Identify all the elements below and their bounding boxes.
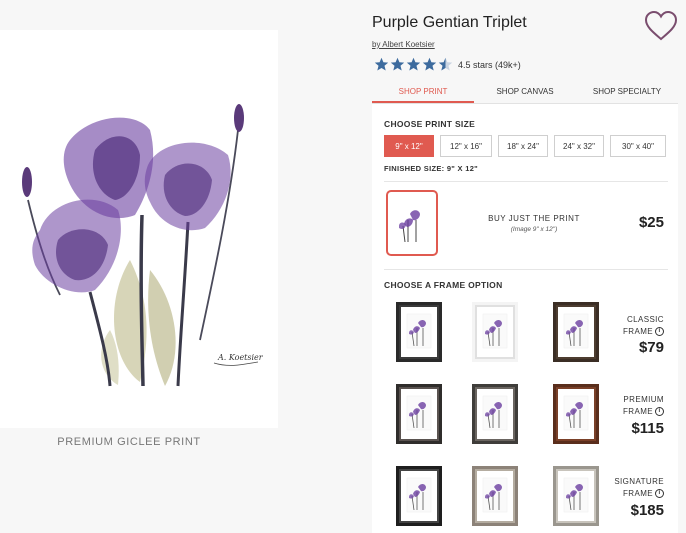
frame-option[interactable] bbox=[396, 302, 442, 362]
premium-frame-label-line2: FRAME bbox=[623, 407, 653, 416]
framed-print-thumbnail bbox=[472, 466, 518, 526]
artist-signature: A. Koetsier bbox=[217, 353, 264, 362]
buy-print-size-note: (Image 9" x 12") bbox=[510, 226, 558, 233]
tab-shop-print[interactable]: SHOP PRINT bbox=[372, 82, 474, 103]
framed-print-thumbnail bbox=[396, 302, 442, 362]
print-size-options: 9" x 12" 12" x 16" 18" x 24" 24" x 32" 3… bbox=[384, 135, 666, 157]
signature-frame-price: $185 bbox=[630, 502, 664, 519]
print-type-caption: PREMIUM GICLEE PRINT bbox=[57, 436, 201, 448]
frame-option[interactable] bbox=[553, 384, 599, 444]
purchase-panel: Purple Gentian Triplet by Albert Koetsie… bbox=[372, 0, 682, 533]
tab-shop-canvas[interactable]: SHOP CANVAS bbox=[474, 82, 576, 103]
classic-frame-price: $79 bbox=[638, 339, 664, 356]
star-rating bbox=[374, 57, 453, 72]
info-icon[interactable]: i bbox=[655, 327, 664, 337]
product-title: Purple Gentian Triplet bbox=[372, 14, 527, 31]
signature-frame-label-line2: FRAME bbox=[623, 489, 653, 498]
classic-frame-label-line1: CLASSIC bbox=[626, 315, 664, 324]
divider bbox=[384, 181, 668, 182]
shop-tabs: SHOP PRINT SHOP CANVAS SHOP SPECIALTY bbox=[372, 82, 678, 104]
buy-print-label: BUY JUST THE PRINT bbox=[488, 214, 580, 223]
rating[interactable]: 4.5 stars (49k+) bbox=[374, 57, 521, 72]
signature-frame-label-line1: SIGNATURE bbox=[614, 477, 664, 486]
star-icon bbox=[390, 57, 405, 71]
star-icon bbox=[422, 57, 437, 71]
framed-print-thumbnail bbox=[472, 302, 518, 362]
tab-shop-specialty[interactable]: SHOP SPECIALTY bbox=[576, 82, 678, 103]
framed-print-thumbnail bbox=[472, 384, 518, 444]
info-icon[interactable]: i bbox=[655, 407, 664, 417]
buy-print-price: $25 bbox=[638, 214, 664, 231]
premium-frame-label: PREMIUM FRAME i bbox=[604, 394, 664, 418]
premium-frame-price: $115 bbox=[631, 420, 664, 437]
star-icon bbox=[406, 57, 421, 71]
frame-option[interactable] bbox=[553, 466, 599, 526]
options-panel: CHOOSE PRINT SIZE 9" x 12" 12" x 16" 18"… bbox=[372, 104, 678, 533]
framed-print-thumbnail bbox=[396, 384, 442, 444]
print-only-thumbnail[interactable] bbox=[386, 190, 438, 256]
frame-option[interactable] bbox=[396, 466, 442, 526]
framed-print-thumbnail bbox=[553, 466, 599, 526]
heart-icon[interactable] bbox=[644, 10, 678, 42]
size-option-9x12[interactable]: 9" x 12" bbox=[384, 135, 434, 157]
gentian-flower-artwork: A. Koetsier bbox=[22, 104, 264, 387]
frame-option[interactable] bbox=[472, 302, 518, 362]
framed-print-thumbnail bbox=[553, 384, 599, 444]
size-option-30x40[interactable]: 30" x 40" bbox=[610, 135, 666, 157]
size-option-18x24[interactable]: 18" x 24" bbox=[498, 135, 548, 157]
classic-frame-label: CLASSIC FRAME i bbox=[604, 314, 664, 338]
print-thumbnail-image bbox=[394, 202, 430, 244]
frame-option[interactable] bbox=[472, 466, 518, 526]
premium-frame-label-line1: PREMIUM bbox=[623, 395, 664, 404]
frame-option[interactable] bbox=[553, 302, 599, 362]
info-icon[interactable]: i bbox=[655, 489, 664, 499]
product-page: A. Koetsier PREMIUM GICLEE PRINT Purple … bbox=[0, 0, 686, 533]
artist-link[interactable]: by Albert Koetsier bbox=[372, 40, 435, 49]
artwork-image[interactable]: A. Koetsier bbox=[0, 30, 278, 428]
framed-print-thumbnail bbox=[553, 302, 599, 362]
signature-frame-label: SIGNATURE FRAME i bbox=[604, 476, 664, 500]
divider bbox=[384, 269, 668, 270]
star-icon bbox=[374, 57, 389, 71]
size-option-12x16[interactable]: 12" x 16" bbox=[440, 135, 492, 157]
star-icon bbox=[438, 57, 453, 71]
rating-text: 4.5 stars (49k+) bbox=[458, 59, 521, 70]
size-option-24x32[interactable]: 24" x 32" bbox=[554, 135, 604, 157]
classic-frame-label-line2: FRAME bbox=[623, 327, 653, 336]
frame-option[interactable] bbox=[472, 384, 518, 444]
finished-size: FINISHED SIZE: 9" X 12" bbox=[384, 164, 479, 173]
print-size-title: CHOOSE PRINT SIZE bbox=[384, 119, 476, 129]
framed-print-thumbnail bbox=[396, 466, 442, 526]
frame-option[interactable] bbox=[396, 384, 442, 444]
frame-option-title: CHOOSE A FRAME OPTION bbox=[384, 280, 503, 290]
